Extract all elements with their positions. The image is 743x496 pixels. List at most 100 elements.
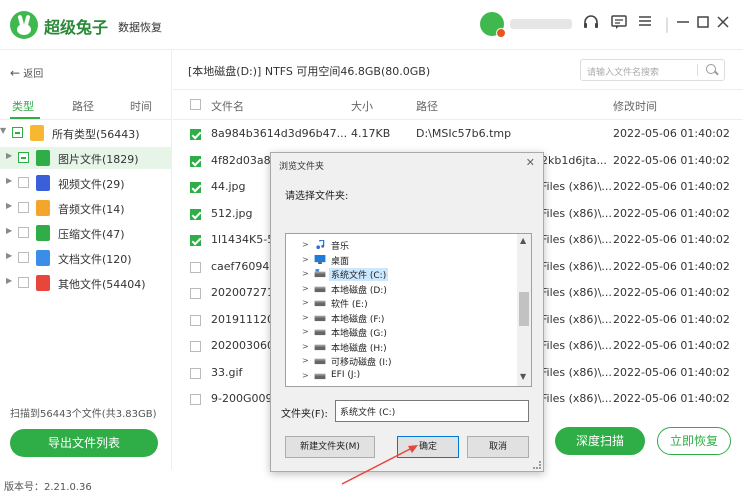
- chevron-right-icon[interactable]: >: [302, 240, 309, 249]
- column-header-modified[interactable]: 修改时间: [613, 98, 657, 114]
- folder-tree-item[interactable]: > 本地磁盘 (H:): [286, 340, 516, 355]
- chevron-right-icon[interactable]: >: [302, 255, 309, 264]
- minimize-icon[interactable]: [672, 13, 694, 35]
- chevron-right-icon[interactable]: ▶: [6, 176, 12, 185]
- row-checkbox[interactable]: [190, 155, 201, 167]
- deep-scan-button[interactable]: 深度扫描: [555, 427, 645, 455]
- folder-tree-item[interactable]: > 本地磁盘 (D:): [286, 282, 516, 297]
- folder-tree-label: EFI (J:): [331, 369, 361, 380]
- search-input[interactable]: 请输入文件名搜索: [580, 59, 725, 81]
- dialog-close-icon[interactable]: ✕: [526, 156, 535, 169]
- tree-item-archives[interactable]: ▶ 压缩文件(47): [0, 222, 172, 244]
- chevron-right-icon[interactable]: >: [302, 342, 309, 351]
- column-header-name[interactable]: 文件名: [211, 98, 244, 114]
- scroll-down-icon[interactable]: ▼: [520, 372, 526, 381]
- folder-tree-label: 本地磁盘 (F:): [331, 314, 385, 325]
- tree-checkbox[interactable]: [18, 202, 29, 213]
- chevron-right-icon[interactable]: ▶: [6, 251, 12, 260]
- row-checkbox[interactable]: [190, 367, 201, 379]
- tree-item-others[interactable]: ▶ 其他文件(54404): [0, 272, 172, 294]
- tree-checkbox[interactable]: [18, 227, 29, 238]
- export-file-list-button[interactable]: 导出文件列表: [10, 429, 158, 457]
- tree-checkbox[interactable]: [18, 152, 29, 163]
- tree-item-videos[interactable]: ▶ 视频文件(29): [0, 172, 172, 194]
- chevron-right-icon[interactable]: >: [302, 356, 309, 365]
- chevron-right-icon[interactable]: >: [302, 269, 309, 278]
- tree-checkbox[interactable]: [12, 127, 23, 138]
- tree-item-audio[interactable]: ▶ 音频文件(14): [0, 197, 172, 219]
- tree-checkbox[interactable]: [18, 177, 29, 188]
- chevron-right-icon[interactable]: ▶: [6, 201, 12, 210]
- chevron-right-icon[interactable]: ▶: [6, 151, 12, 160]
- row-checkbox[interactable]: [190, 394, 201, 405]
- folder-tree-item[interactable]: > 桌面: [286, 253, 516, 268]
- cancel-button[interactable]: 取消: [467, 436, 529, 458]
- folder-tree-item[interactable]: > 系统文件 (C:): [286, 267, 516, 282]
- folder-tree-item[interactable]: > 本地磁盘 (G:): [286, 325, 516, 340]
- resize-grip-icon[interactable]: [533, 461, 541, 469]
- headset-icon[interactable]: [580, 13, 602, 35]
- scrollbar-thumb[interactable]: [519, 292, 529, 326]
- column-header-size[interactable]: 大小: [351, 98, 373, 114]
- file-path: Files (x86)\...: [541, 259, 611, 273]
- chevron-right-icon[interactable]: ▶: [6, 226, 12, 235]
- file-modified: 2022-05-06 01:40:02: [613, 127, 730, 140]
- row-checkbox[interactable]: [190, 261, 201, 273]
- chevron-right-icon[interactable]: >: [302, 327, 309, 336]
- folder-tree-item[interactable]: > 音乐: [286, 238, 516, 253]
- folder-tree-item[interactable]: > 可移动磁盘 (I:): [286, 354, 516, 369]
- app-subtitle: 数据恢复: [118, 21, 162, 34]
- row-checkbox[interactable]: [190, 208, 201, 220]
- table-row[interactable]: 8a984b3614d3d96b47... 4.17KB D:\MSIc57b6.t…: [173, 121, 743, 148]
- menu-icon[interactable]: [634, 13, 656, 35]
- chat-icon[interactable]: [608, 13, 630, 35]
- other-file-icon: [36, 275, 50, 291]
- tree-item-images[interactable]: ▶ 图片文件(1829): [0, 147, 172, 169]
- maximize-icon[interactable]: [692, 13, 714, 35]
- select-all-checkbox[interactable]: [190, 99, 201, 110]
- row-checkbox[interactable]: [190, 288, 201, 299]
- tree-checkbox[interactable]: [18, 252, 29, 263]
- chevron-right-icon[interactable]: >: [302, 371, 309, 380]
- folder-tree[interactable]: > 音乐 > 桌面 > 系统文件 (C:) > 本地磁盘 (D:) > 软件 (E:) > 本地磁盘 …: [285, 233, 532, 387]
- scan-summary: 扫描到56443个文件(共3.83GB): [10, 409, 157, 420]
- folder-field[interactable]: 系统文件 (C:): [335, 400, 529, 422]
- tab-type[interactable]: 类型: [12, 98, 34, 114]
- row-checkbox[interactable]: [190, 341, 201, 352]
- restore-now-button[interactable]: 立即恢复: [657, 427, 731, 455]
- folder-tree-item[interactable]: > EFI (J:): [286, 369, 516, 384]
- tree-item-documents[interactable]: ▶ 文档文件(120): [0, 247, 172, 269]
- user-name-blurred[interactable]: [510, 19, 572, 29]
- tab-time[interactable]: 时间: [130, 98, 152, 114]
- tree-item-label: 文档文件(120): [58, 253, 132, 266]
- tree-item-label: 视频文件(29): [58, 178, 125, 191]
- row-checkbox[interactable]: [190, 129, 201, 140]
- row-checkbox[interactable]: [190, 314, 201, 326]
- folder-tree-item[interactable]: > 软件 (E:): [286, 296, 516, 311]
- back-button[interactable]: ← 返回: [10, 65, 43, 80]
- folder-tree-label: 系统文件 (C:): [329, 268, 389, 281]
- chevron-right-icon[interactable]: >: [302, 298, 309, 307]
- chevron-down-icon[interactable]: ▼: [0, 126, 6, 135]
- file-modified: 2022-05-06 01:40:02: [613, 180, 730, 193]
- search-icon[interactable]: [705, 63, 719, 77]
- tab-path[interactable]: 路径: [72, 98, 94, 114]
- tree-item-all-types[interactable]: ▼ 所有类型(56443): [0, 122, 172, 144]
- folder-tree-scrollbar[interactable]: ▲ ▼: [517, 234, 531, 386]
- video-file-icon: [36, 175, 50, 191]
- chevron-right-icon[interactable]: >: [302, 313, 309, 322]
- chevron-right-icon[interactable]: ▶: [6, 276, 12, 285]
- chevron-right-icon[interactable]: >: [302, 284, 309, 293]
- tree-item-label: 图片文件(1829): [58, 153, 139, 166]
- active-tab-underline: [10, 117, 40, 119]
- scroll-up-icon[interactable]: ▲: [520, 236, 526, 245]
- user-avatar[interactable]: [480, 12, 506, 38]
- browse-folder-dialog: 浏览文件夹 ✕ 请选择文件夹: > 音乐 > 桌面 > 系统文件 (C:) > 本地磁盘 (D…: [270, 152, 544, 472]
- close-icon[interactable]: [712, 13, 734, 35]
- tree-checkbox[interactable]: [18, 277, 29, 288]
- row-checkbox[interactable]: [190, 235, 201, 246]
- column-header-path[interactable]: 路径: [416, 98, 438, 114]
- row-checkbox[interactable]: [190, 182, 201, 193]
- folder-tree-item[interactable]: > 本地磁盘 (F:): [286, 311, 516, 326]
- desktop-icon: [314, 254, 326, 264]
